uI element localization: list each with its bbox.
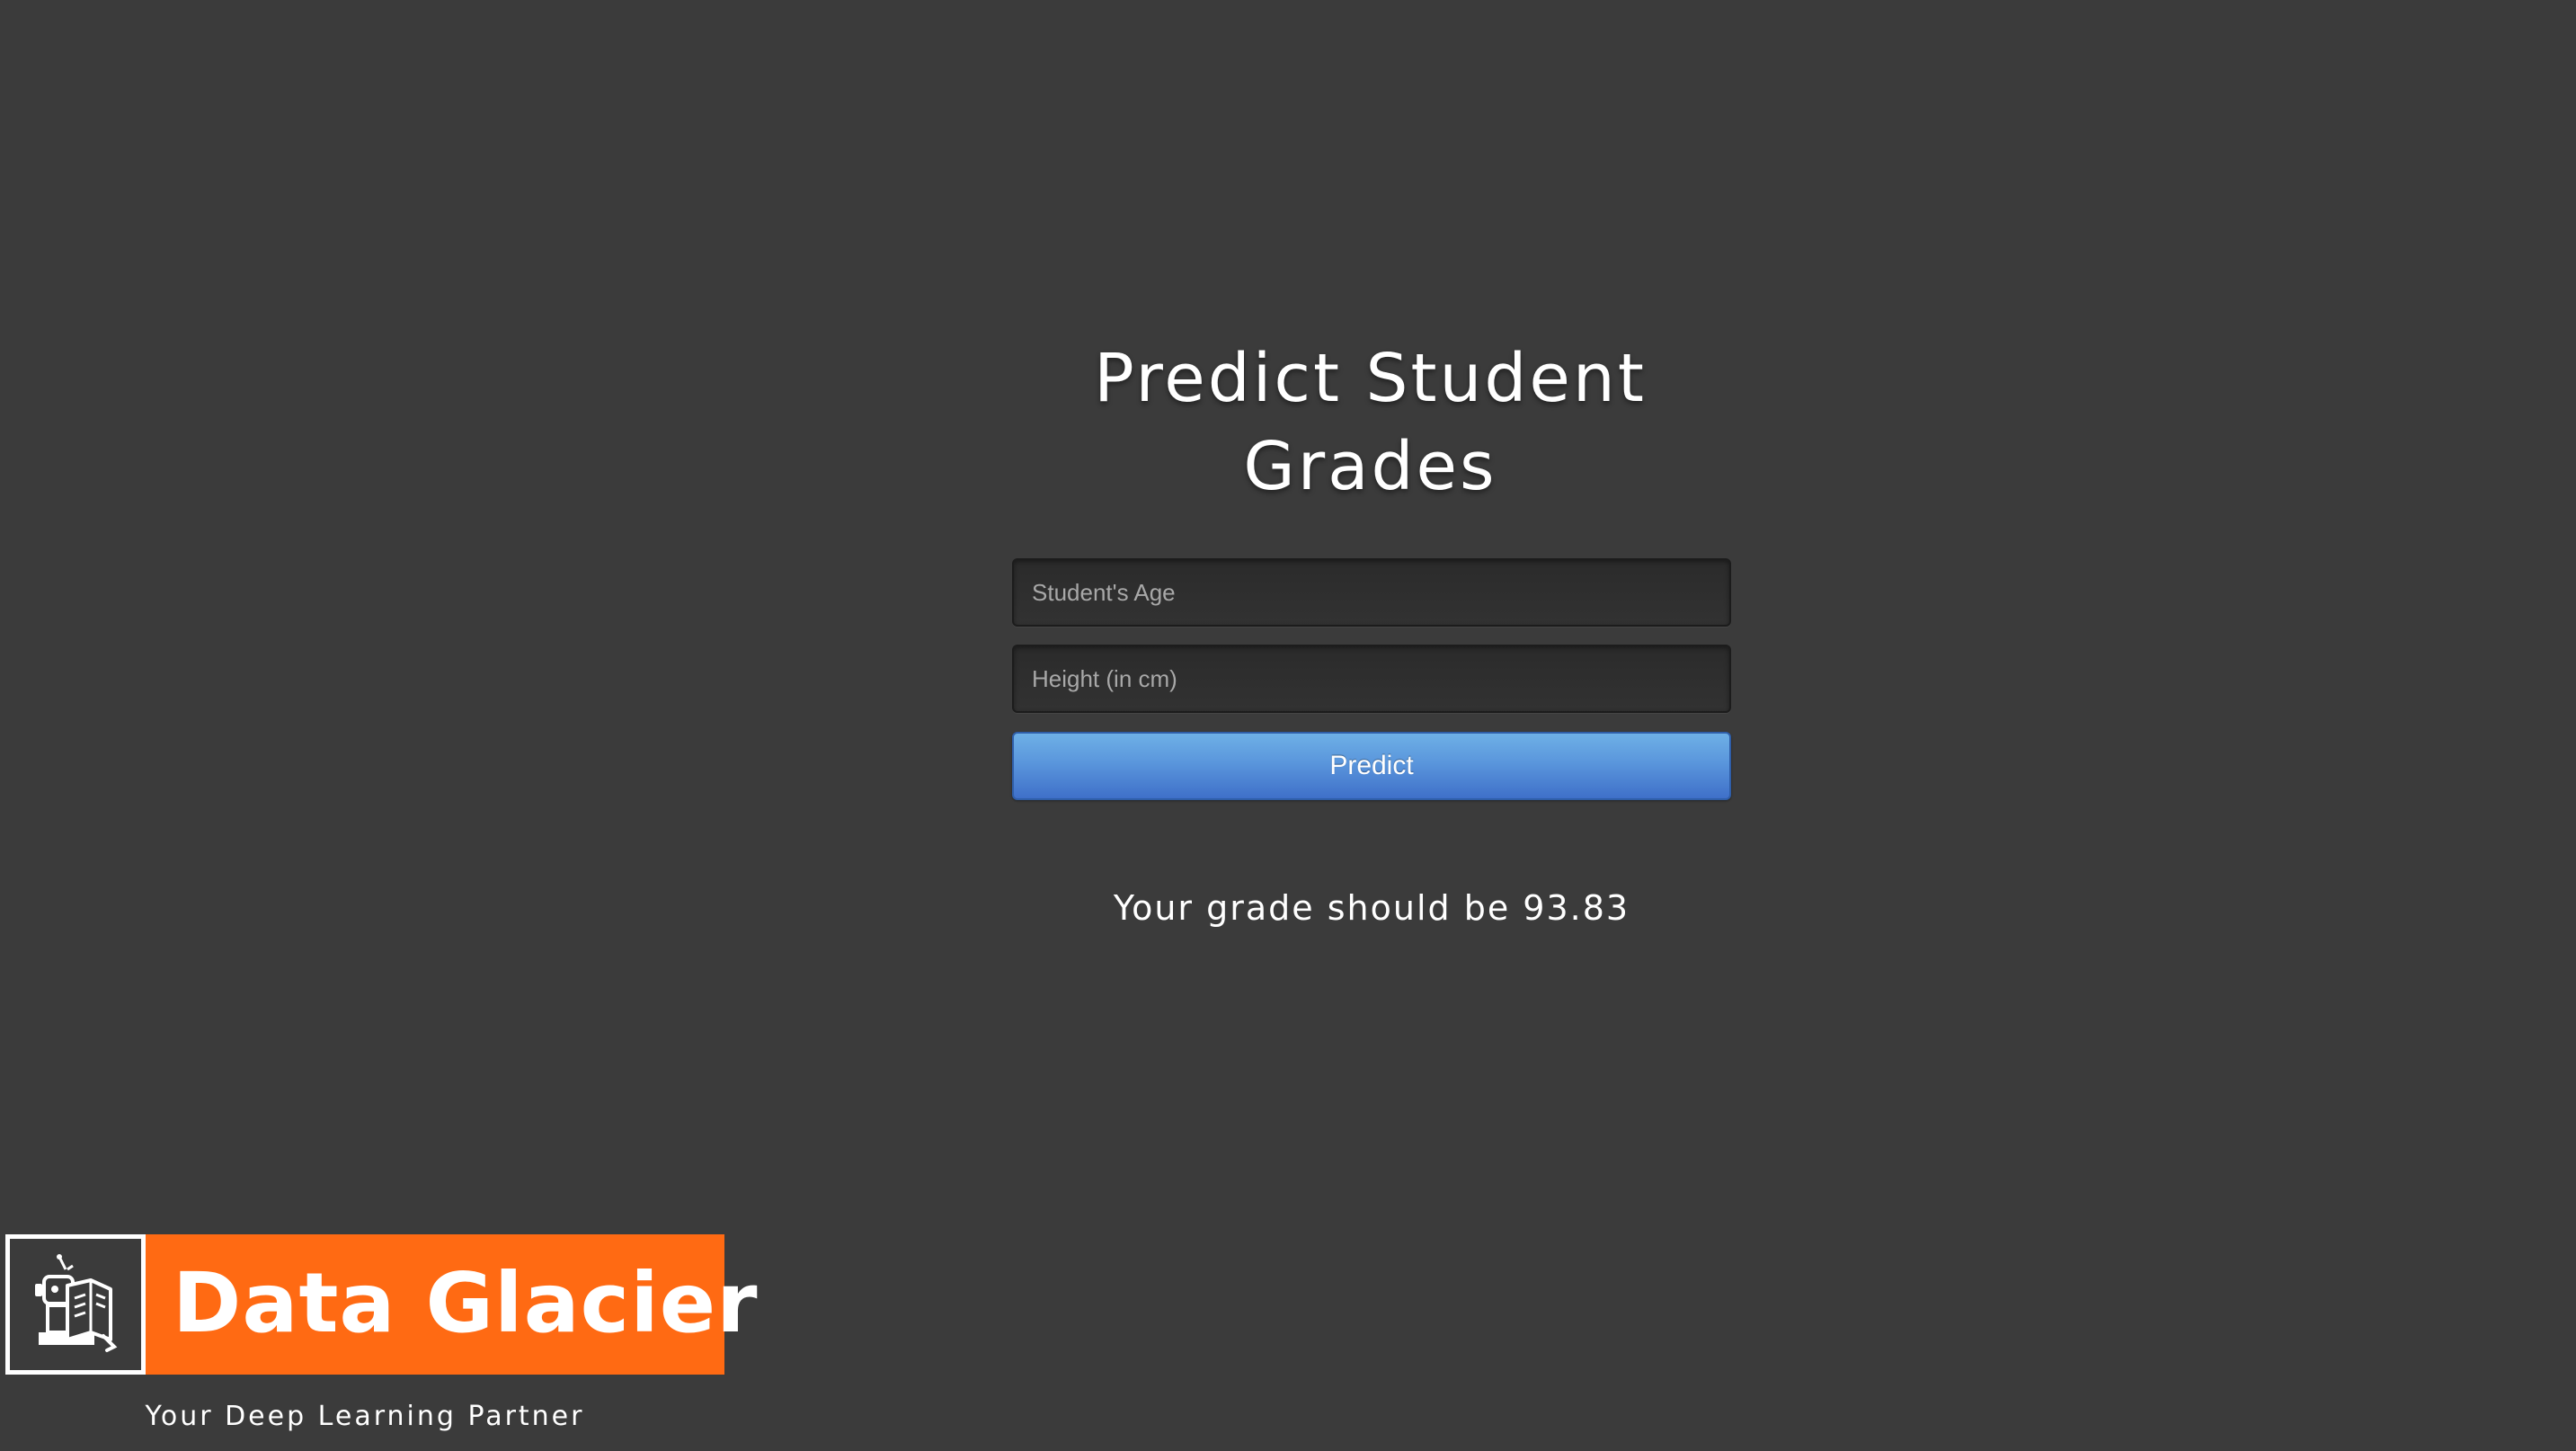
robot-reading-book-icon	[35, 1254, 118, 1352]
predict-button[interactable]: Predict	[1012, 732, 1731, 800]
brand-banner: Data Glacier	[5, 1234, 758, 1375]
brand-name: Data Glacier	[173, 1255, 759, 1351]
height-input[interactable]	[1012, 645, 1731, 713]
page-title: Predict Student Grades	[1094, 340, 1647, 505]
prediction-page: Predict Student Grades Predict Your grad…	[0, 0, 2576, 1451]
student-age-input[interactable]	[1012, 558, 1731, 627]
brand-tagline: Your Deep Learning Partner	[145, 1401, 585, 1432]
prediction-result: Your grade should be 93.83	[1113, 888, 1630, 928]
brand-logo	[5, 1234, 146, 1375]
